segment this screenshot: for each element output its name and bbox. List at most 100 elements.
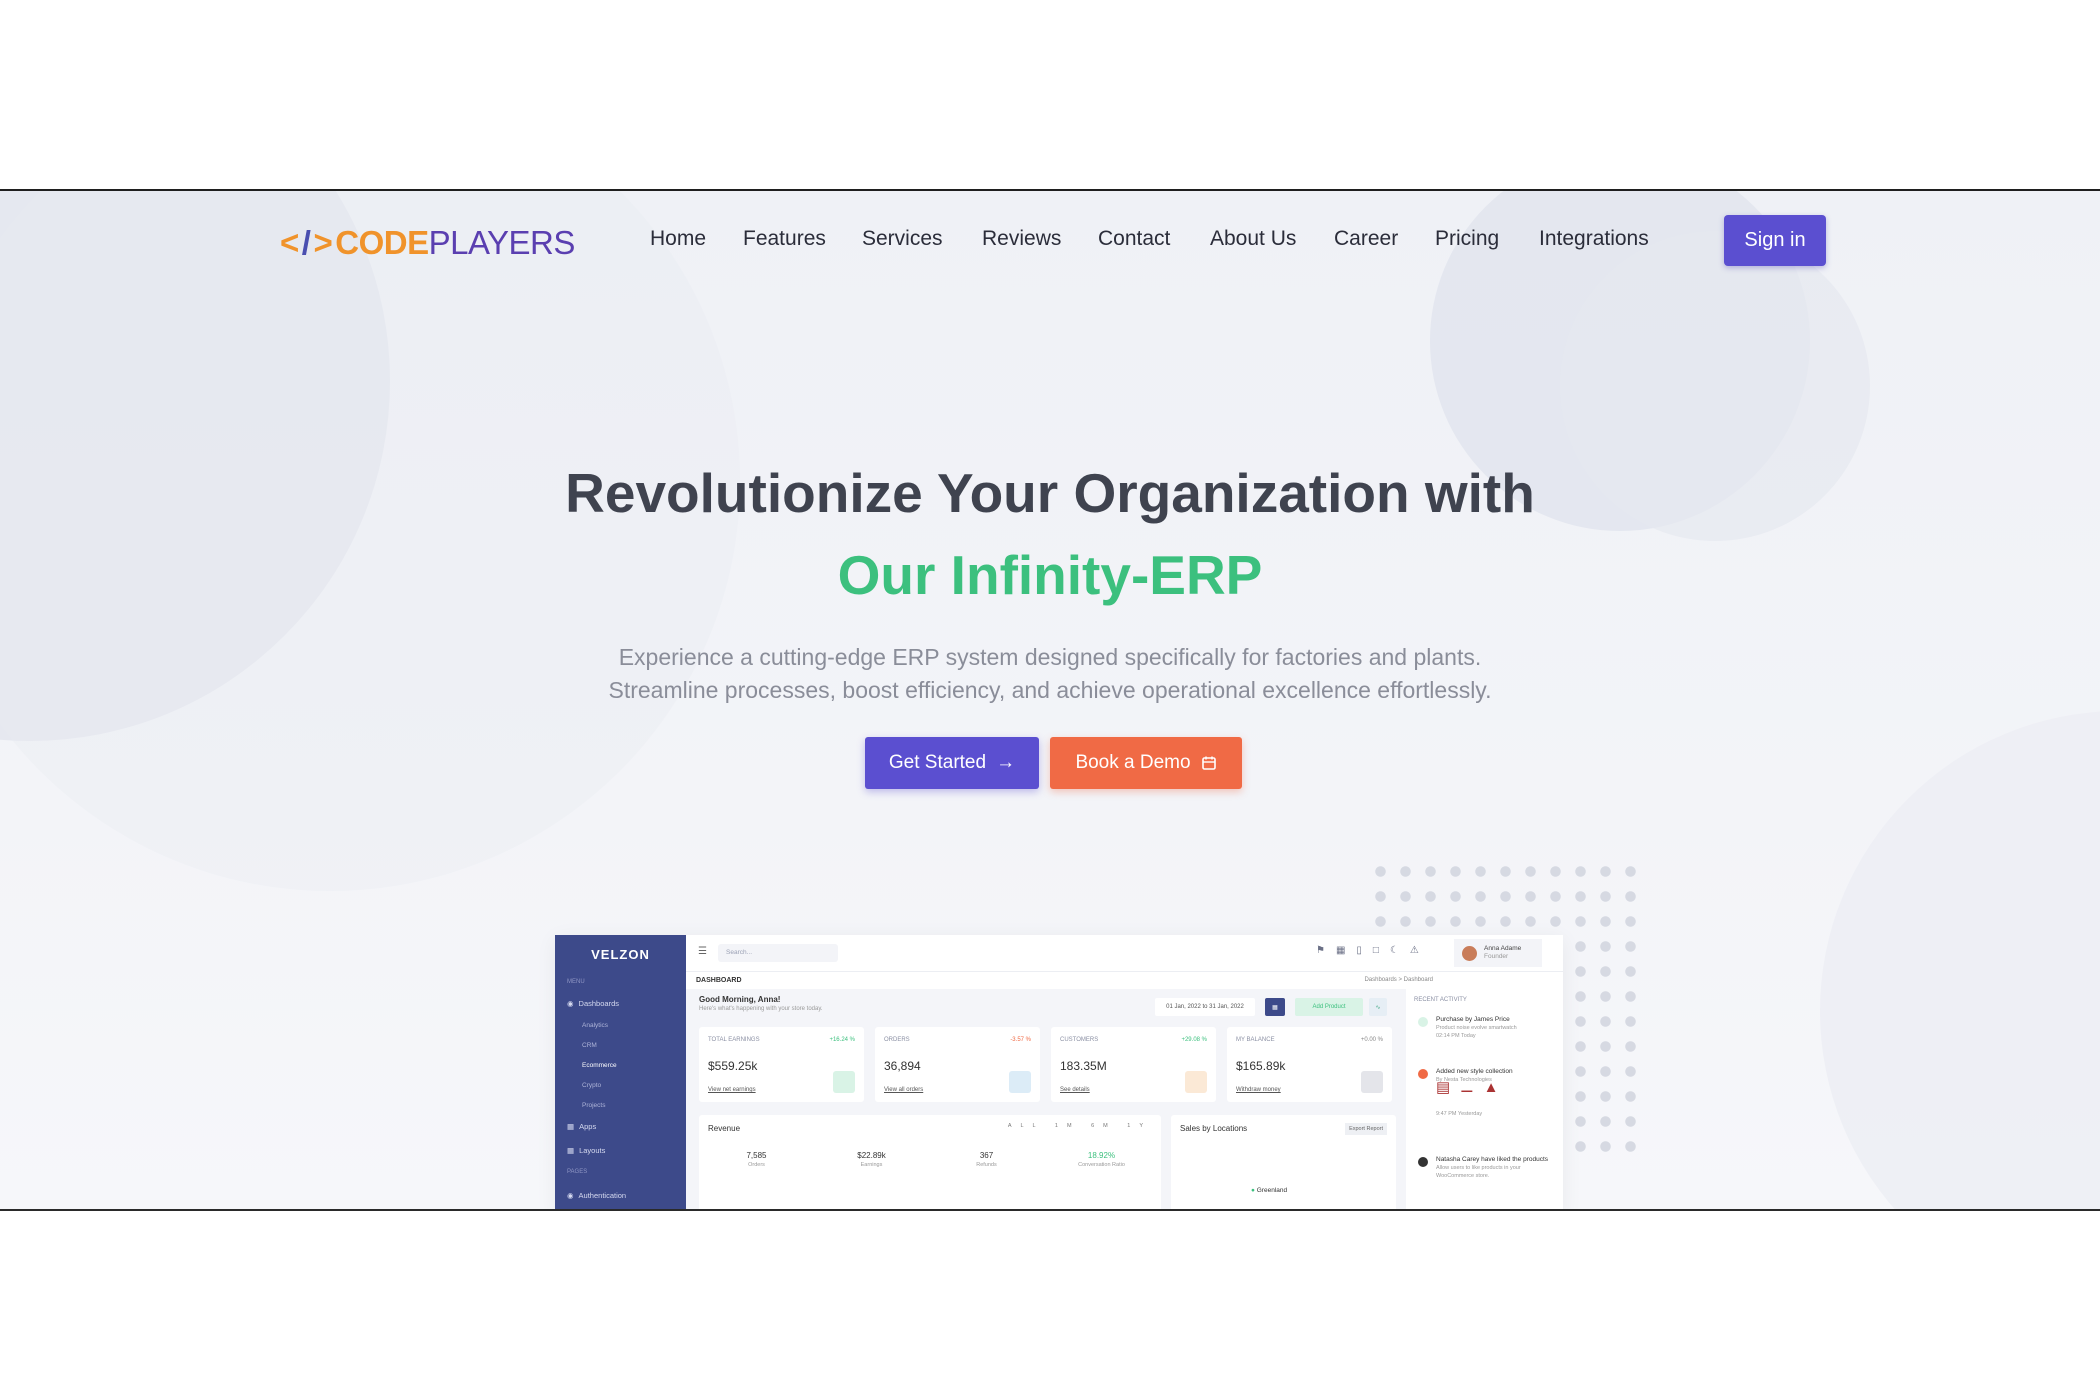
legend-dot-icon: ●	[1251, 1187, 1255, 1194]
date-range: 01 Jan, 2022 to 31 Jan, 2022	[1155, 998, 1255, 1016]
nav-integrations[interactable]: Integrations	[1539, 227, 1649, 251]
user-circle-icon	[1185, 1071, 1207, 1093]
activity-entry: Added new style collection By Nesta Techn…	[1436, 1068, 1556, 1118]
sidebar-item-apps: ▦ Apps	[567, 1122, 596, 1131]
nav-about-us[interactable]: About Us	[1210, 227, 1296, 251]
nav-contact[interactable]: Contact	[1098, 227, 1170, 251]
stat-card-link: Withdraw money	[1236, 1087, 1281, 1093]
stat-card-link: See details	[1060, 1087, 1090, 1093]
activity-dot-icon	[1418, 1069, 1428, 1079]
hero-subtitle-line1: Experience a cutting-edge ERP system des…	[618, 644, 1482, 670]
arrow-right-icon: →	[996, 752, 1016, 773]
sidebar-sub-analytics: Analytics	[582, 1022, 609, 1029]
product-thumbnails-icon: ▤⚊▲	[1436, 1079, 1509, 1096]
legend-label: Greenland	[1256, 1187, 1288, 1194]
sidebar-item-label: Apps	[579, 1122, 597, 1131]
activity-entry-time: 02:14 PM Today	[1436, 1033, 1476, 1039]
apps-icon: ▦	[567, 1122, 575, 1131]
user-profile: Anna Adame Founder	[1454, 939, 1542, 967]
activity-entry-sub: Allow users to like products in your Woo…	[1436, 1165, 1521, 1179]
dashboard-search: Search...	[718, 944, 838, 962]
hero-subtitle-line2: Streamline processes, boost efficiency, …	[608, 677, 1492, 703]
dollar-icon	[833, 1071, 855, 1093]
dashboard-preview-image: VELZON MENU ◉ Dashboards Analytics CRM Ec…	[555, 935, 1563, 1209]
stat-card-value: $165.89k	[1236, 1059, 1286, 1073]
sidebar-item-dashboards: ◉ Dashboards	[567, 999, 619, 1008]
dashboard-topbar: ☰ Search... ⚑▦▯□☾⚠ Anna Adame Founder	[686, 935, 1563, 971]
calendar-icon: ▦	[1265, 998, 1285, 1016]
section-title: DASHBOARD	[696, 977, 742, 984]
stat-label: Orders	[748, 1162, 765, 1168]
activity-entry: Natasha Carey have liked the products All…	[1436, 1156, 1556, 1180]
logo-bracket-icon: <	[280, 224, 299, 261]
revenue-panel: Revenue ALL 1M 6M 1Y 7,585 Orders $22.89k…	[699, 1115, 1161, 1209]
activity-title: RECENT ACTIVITY	[1414, 997, 1467, 1003]
sidebar-item-layouts: ▦ Layouts	[567, 1146, 605, 1155]
hamburger-icon: ☰	[698, 946, 707, 957]
hero-title-highlight: Our Infinity-ERP	[837, 544, 1263, 606]
activity-entry-time: 9:47 PM Yesterday	[1436, 1111, 1483, 1117]
stat-value: 367	[979, 1151, 994, 1160]
breadcrumb: Dashboards > Dashboard	[1364, 977, 1433, 983]
revenue-stat: 367 Refunds	[929, 1151, 1044, 1168]
calendar-icon	[1201, 756, 1216, 770]
activity-dot-icon	[1418, 1017, 1428, 1027]
nav-services[interactable]: Services	[862, 227, 943, 251]
activity-entry-title: Added new style collection	[1436, 1068, 1513, 1075]
dashboard-icon: ◉	[567, 999, 574, 1008]
stat-label: Earnings	[860, 1162, 883, 1168]
stat-card-change: -3.57 %	[1010, 1037, 1031, 1043]
stat-card-change: +16.24 %	[829, 1037, 855, 1043]
recent-activity-panel: RECENT ACTIVITY Purchase by James Price P…	[1406, 989, 1563, 1209]
stat-card: TOTAL EARNINGS +16.24 % $559.25k View ne…	[699, 1027, 864, 1102]
logo-players-text: PLAYERS	[428, 224, 576, 261]
get-started-button[interactable]: Get Started →	[865, 737, 1039, 789]
sign-in-button[interactable]: Sign in	[1724, 215, 1826, 266]
nav-reviews[interactable]: Reviews	[982, 227, 1061, 251]
stat-label: Refunds	[976, 1162, 997, 1168]
auth-icon: ◉	[567, 1191, 574, 1200]
logo-bracket-icon: >	[313, 224, 333, 261]
sales-by-location-panel: Sales by Locations Export Report ● Green…	[1171, 1115, 1396, 1209]
nav-pricing[interactable]: Pricing	[1435, 227, 1499, 251]
stat-card: MY BALANCE +0.00 % $165.89k Withdraw mon…	[1227, 1027, 1392, 1102]
nav-features[interactable]: Features	[743, 227, 826, 251]
menu-label: MENU	[567, 979, 585, 985]
sidebar-sub-crm: CRM	[582, 1042, 597, 1049]
topbar-icons: ⚑▦▯□☾⚠	[1316, 945, 1430, 956]
stat-card-change: +0.00 %	[1360, 1037, 1383, 1043]
logo-slash-icon: /	[301, 224, 311, 261]
greeting: Good Morning, Anna!	[699, 995, 781, 1004]
revenue-title: Revenue	[708, 1124, 741, 1133]
book-demo-button[interactable]: Book a Demo	[1050, 737, 1242, 789]
sidebar-sub-ecommerce: Ecommerce	[582, 1062, 617, 1069]
stat-card-title: MY BALANCE	[1236, 1037, 1275, 1043]
greeting-sub: Here's what's happening with your store …	[699, 1006, 823, 1012]
revenue-range-buttons: ALL 1M 6M 1Y	[1007, 1123, 1152, 1129]
stat-card-value: $559.25k	[708, 1059, 758, 1073]
stat-card-title: TOTAL EARNINGS	[708, 1037, 760, 1043]
export-report-chip: Export Report	[1345, 1123, 1387, 1135]
stat-label: Conversation Ratio	[1078, 1162, 1125, 1168]
stat-card-link: View net earnings	[708, 1087, 756, 1093]
landing-page: < / > CODE PLAYERS Home Features Services Re…	[0, 189, 2100, 1211]
stat-card-title: ORDERS	[884, 1037, 910, 1043]
dashboard-breadcrumb: DASHBOARD Dashboards > Dashboard	[686, 971, 1563, 989]
activity-entry-sub: Product noise evolve smartwatch	[1436, 1025, 1517, 1031]
revenue-stat: 7,585 Orders	[699, 1151, 814, 1168]
add-product-chip: Add Product	[1295, 998, 1363, 1016]
brand-logo[interactable]: < / > CODE PLAYERS	[280, 223, 575, 263]
bag-icon	[1009, 1071, 1031, 1093]
pages-label: PAGES	[567, 1169, 588, 1175]
stat-card-title: CUSTOMERS	[1060, 1037, 1099, 1043]
sidebar-sub-crypto: Crypto	[582, 1082, 602, 1089]
stat-card: CUSTOMERS +29.08 % 183.35M See details	[1051, 1027, 1216, 1102]
avatar	[1462, 946, 1477, 961]
layouts-icon: ▦	[567, 1146, 575, 1155]
stat-value: 18.92%	[1087, 1151, 1116, 1160]
nav-career[interactable]: Career	[1334, 227, 1398, 251]
activity-entry-title: Natasha Carey have liked the products	[1436, 1156, 1549, 1163]
nav-home[interactable]: Home	[650, 227, 706, 251]
sales-title: Sales by Locations	[1180, 1124, 1248, 1133]
activity-entry-title: Purchase by James Price	[1436, 1016, 1510, 1023]
